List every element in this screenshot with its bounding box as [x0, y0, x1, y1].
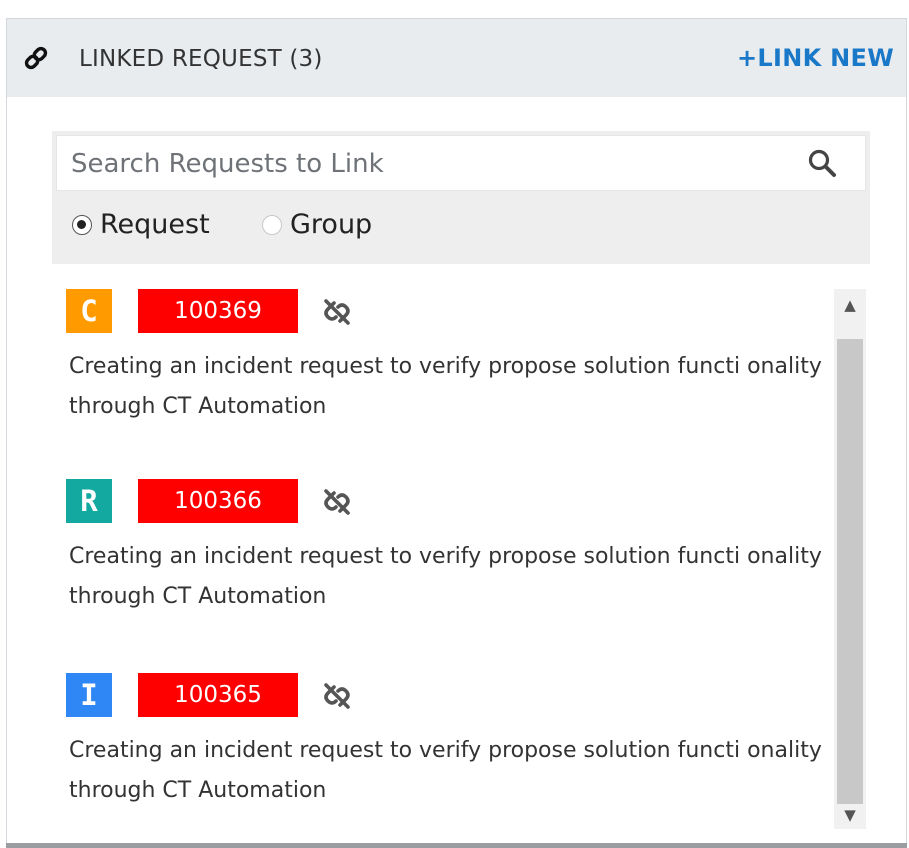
radio-request-indicator[interactable]	[72, 214, 92, 235]
radio-request-label: Request	[100, 209, 210, 240]
list-scrollbar[interactable]: ▲ ▼	[834, 289, 866, 829]
unlink-icon[interactable]	[320, 296, 354, 328]
panel-title: LINKED REQUEST (3)	[79, 46, 323, 72]
request-description: Creating an incident request to verify p…	[69, 738, 822, 803]
panel-bottom-border	[6, 843, 907, 848]
request-description: Creating an incident request to verify p…	[69, 544, 822, 609]
search-input[interactable]	[57, 136, 813, 192]
radio-request[interactable]: Request	[72, 209, 210, 240]
linked-request-list: C 100369 Creating an incident request to…	[52, 289, 870, 834]
link-icon	[24, 46, 48, 70]
linked-request-panel: LINKED REQUEST (3) +LINK NEW Request Gro…	[6, 18, 907, 848]
request-id-badge[interactable]: 100369	[138, 289, 298, 333]
link-new-button[interactable]: +LINK NEW	[737, 44, 894, 72]
unlink-icon[interactable]	[320, 486, 354, 518]
panel-header: LINKED REQUEST (3) +LINK NEW	[7, 19, 906, 97]
scroll-up-button[interactable]: ▲	[834, 291, 866, 319]
request-type-badge: I	[66, 673, 112, 717]
request-id-badge[interactable]: 100366	[138, 479, 298, 523]
scroll-down-button[interactable]: ▼	[834, 801, 866, 829]
search-area: Request Group	[52, 131, 870, 264]
request-id-badge[interactable]: 100365	[138, 673, 298, 717]
request-type-badge: C	[66, 289, 112, 333]
request-type-badge: R	[66, 479, 112, 523]
search-box	[56, 135, 866, 192]
scroll-thumb[interactable]	[837, 339, 863, 804]
search-icon[interactable]	[807, 148, 837, 178]
unlink-icon[interactable]	[320, 680, 354, 712]
radio-group[interactable]: Group	[262, 209, 372, 240]
request-description: Creating an incident request to verify p…	[69, 354, 822, 419]
radio-group-label: Group	[290, 209, 373, 240]
radio-group-indicator[interactable]	[262, 214, 282, 235]
